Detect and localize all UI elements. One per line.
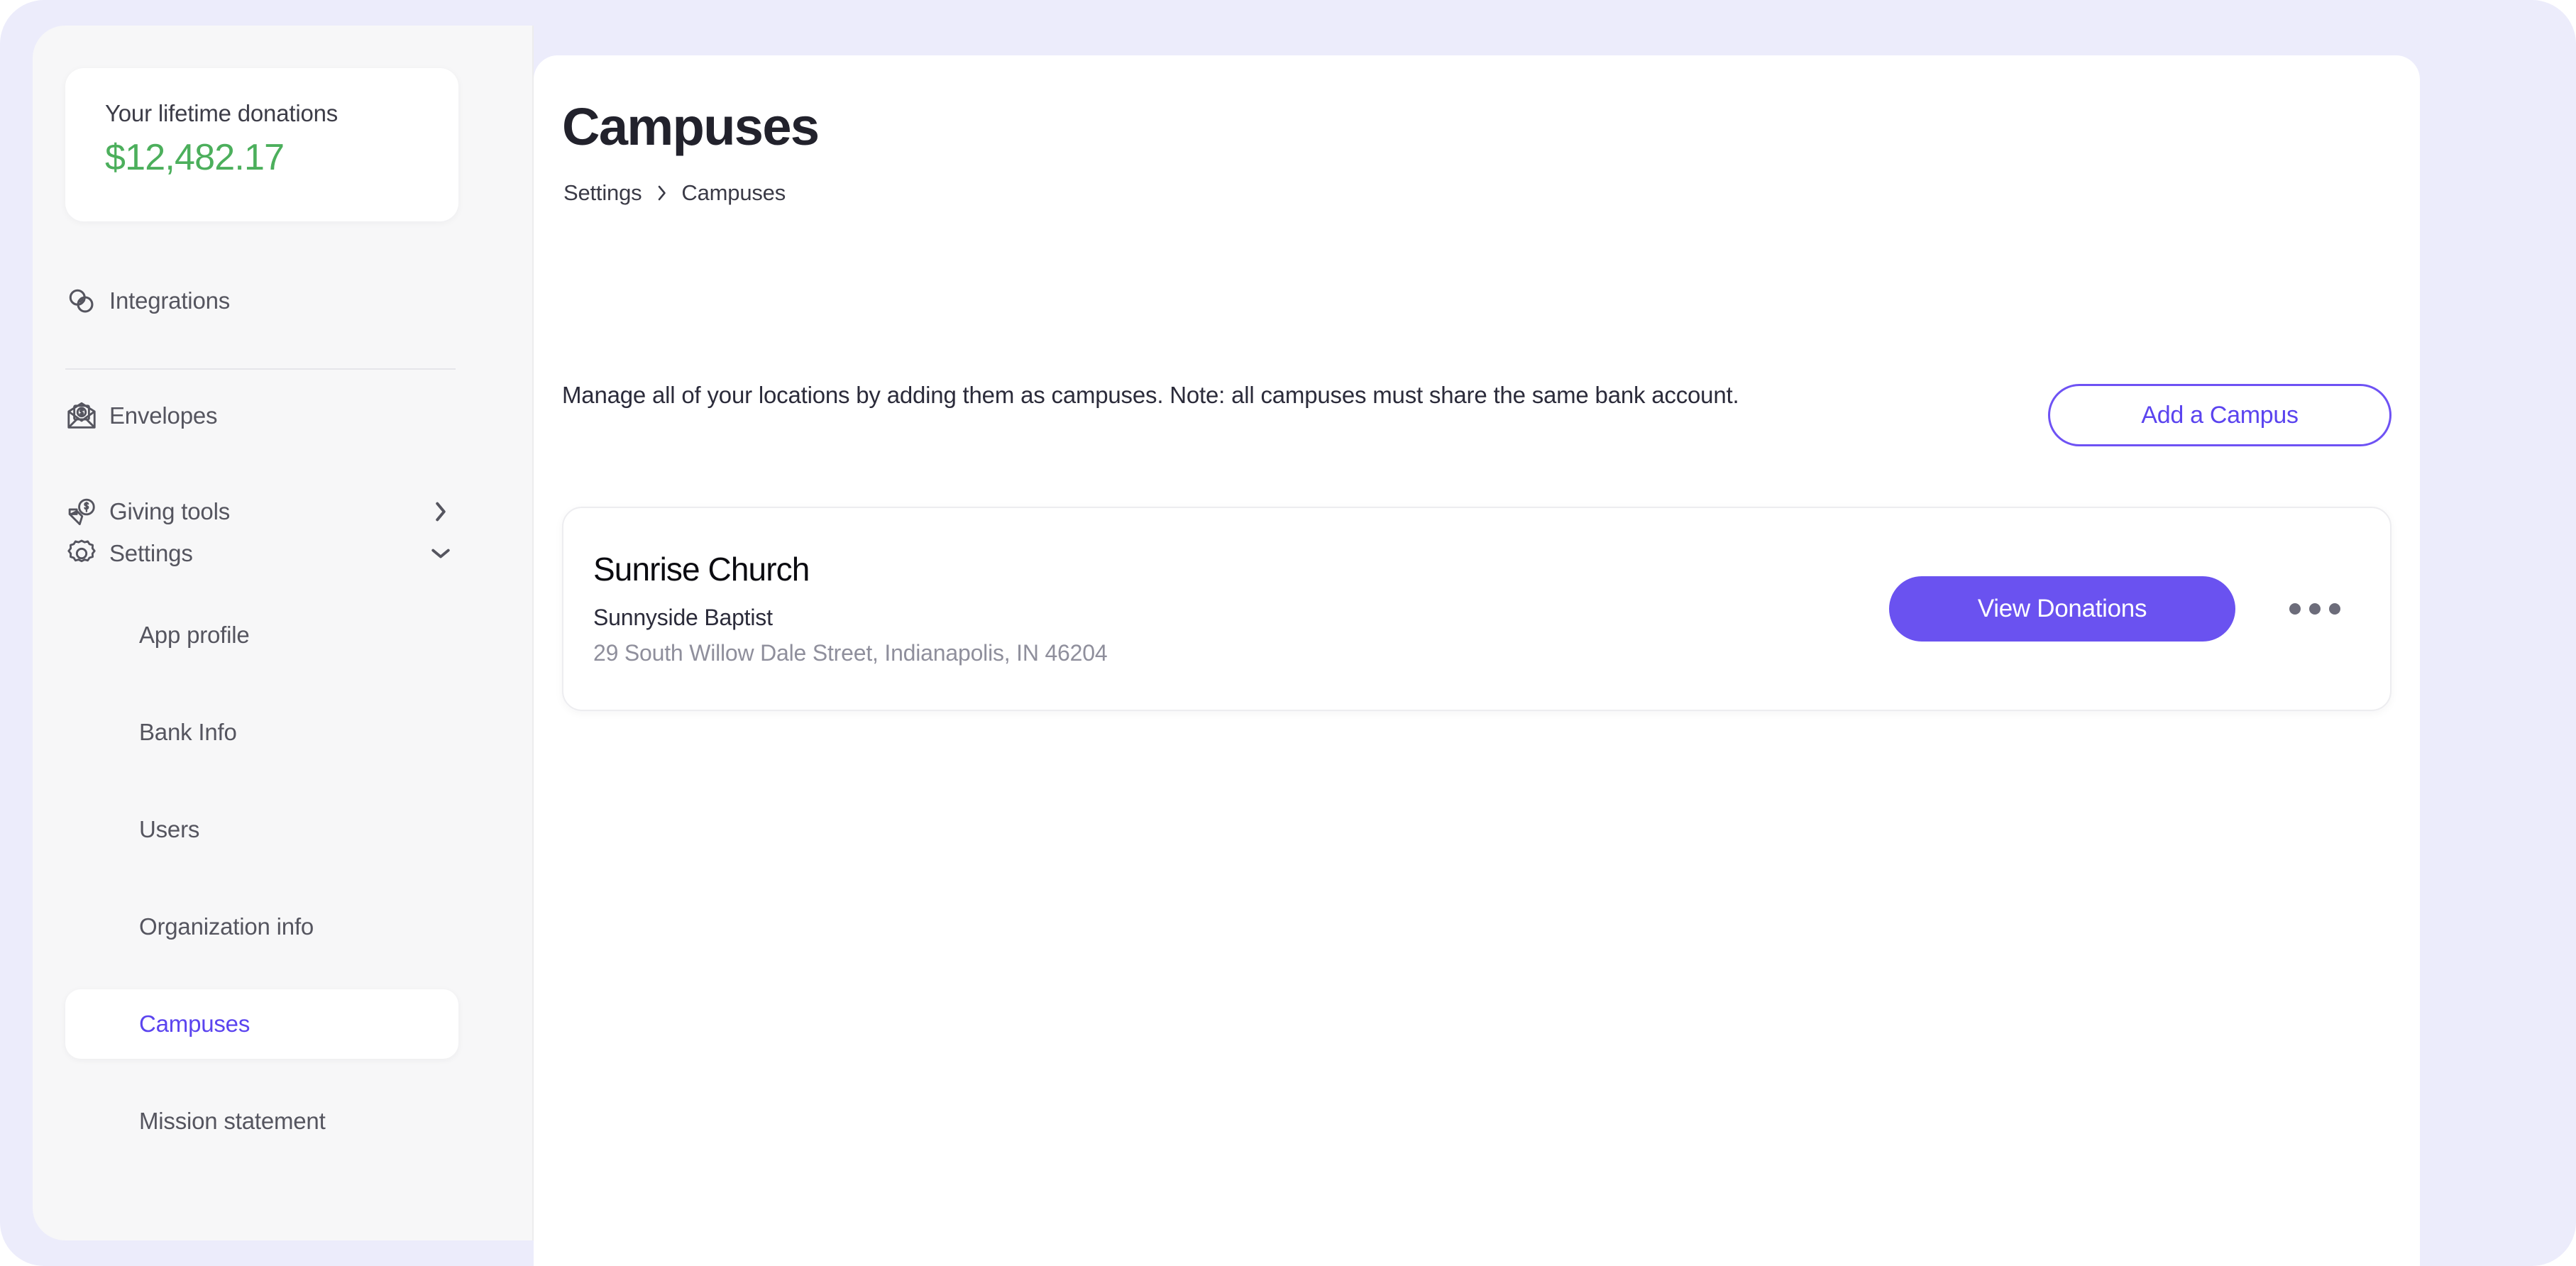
sidebar-item-settings[interactable]: Settings <box>65 519 458 588</box>
breadcrumb: Settings Campuses <box>563 180 786 206</box>
sidebar-item-label: Settings <box>109 540 193 566</box>
sidebar-item-users[interactable]: Users <box>65 795 458 864</box>
more-dot <box>2289 603 2301 615</box>
sidebar-item-app-profile[interactable]: App profile <box>65 600 458 670</box>
main-content-panel: Campuses Settings Campuses Manage all of… <box>534 55 2420 1266</box>
envelope-dollar-icon <box>65 400 109 432</box>
breadcrumb-parent-settings[interactable]: Settings <box>563 180 642 206</box>
campus-info: Sunrise Church Sunnyside Baptist 29 Sout… <box>593 551 1889 668</box>
page-title: Campuses <box>562 97 820 156</box>
campus-address: 29 South Willow Dale Street, Indianapoli… <box>593 640 1108 666</box>
sidebar-item-mission-statement[interactable]: Mission statement <box>65 1086 458 1156</box>
sidebar-item-organization-info[interactable]: Organization info <box>65 892 458 962</box>
chevron-down-icon[interactable] <box>423 545 458 562</box>
lifetime-donations-amount: $12,482.17 <box>105 136 285 178</box>
sidebar-item-bank-info[interactable]: Bank Info <box>65 698 458 767</box>
more-dot <box>2309 603 2321 615</box>
sidebar-item-label: Integrations <box>109 287 231 314</box>
view-donations-button[interactable]: View Donations <box>1889 576 2235 642</box>
sidebar-item-label: Envelopes <box>109 402 218 429</box>
sidebar-item-campuses[interactable]: Campuses <box>65 989 458 1059</box>
campuses-header-row: Manage all of your locations by adding t… <box>562 378 2391 446</box>
breadcrumb-current-campuses: Campuses <box>681 180 786 205</box>
app-frame: Your lifetime donations $12,482.17 Integ… <box>0 0 2576 1266</box>
gear-icon <box>65 537 109 570</box>
more-horizontal-icon[interactable] <box>2272 576 2357 642</box>
sidebar-divider <box>65 368 456 370</box>
add-campus-button[interactable]: Add a Campus <box>2048 384 2391 446</box>
campus-organization: Sunnyside Baptist <box>593 605 773 631</box>
sidebar-item-envelopes[interactable]: Envelopes <box>65 382 458 450</box>
lifetime-donations-card: Your lifetime donations $12,482.17 <box>65 68 458 221</box>
campus-name: Sunrise Church <box>593 550 810 588</box>
campuses-description: Manage all of your locations by adding t… <box>562 382 1739 408</box>
sidebar-item-integrations[interactable]: Integrations <box>65 267 458 335</box>
integrations-icon <box>65 285 109 317</box>
chevron-right-icon <box>654 182 668 204</box>
sidebar: Your lifetime donations $12,482.17 Integ… <box>33 26 534 1240</box>
lifetime-donations-label: Your lifetime donations <box>105 100 338 126</box>
more-dot <box>2329 603 2340 615</box>
campus-row-card: Sunrise Church Sunnyside Baptist 29 Sout… <box>562 507 2391 711</box>
